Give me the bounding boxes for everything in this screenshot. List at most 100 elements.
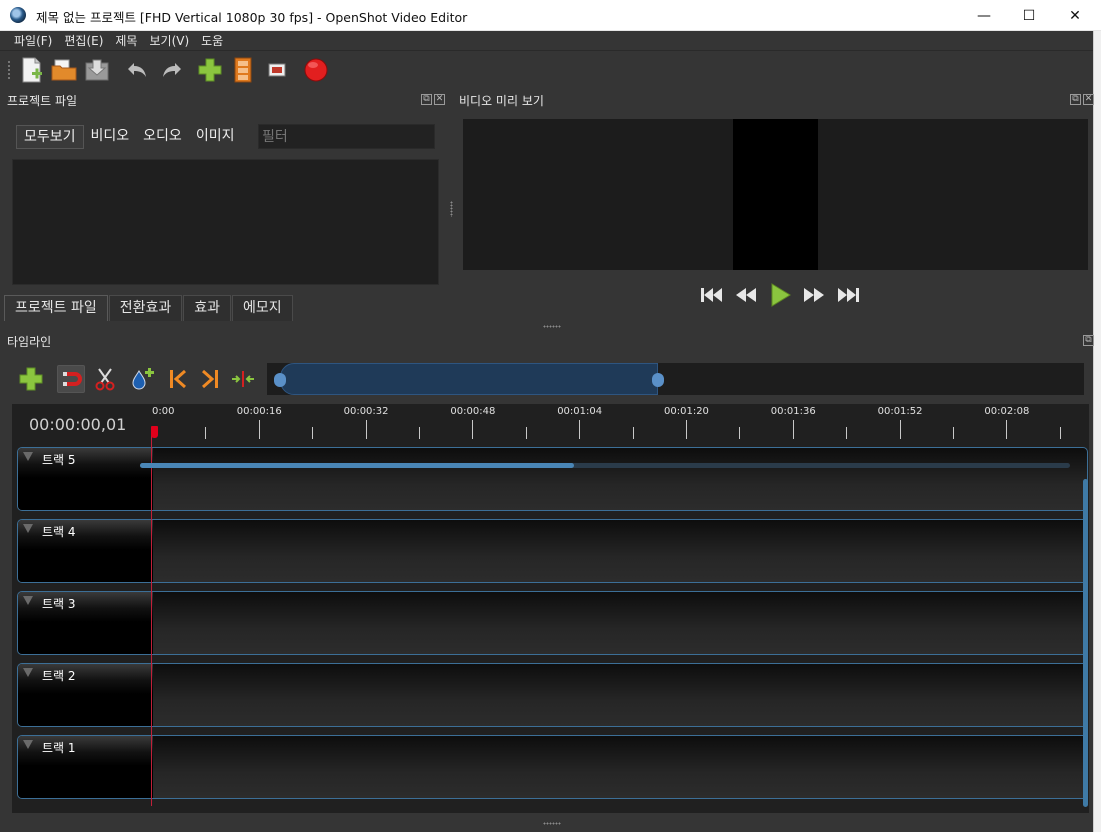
project-files-title: 프로젝트 파일 [7,94,78,108]
ruler-time-label: 00:01:20 [664,406,709,417]
timeline-title: 타임라인 [7,335,52,349]
track-collapse-icon[interactable] [23,596,33,605]
zoom-range-selection[interactable] [274,363,664,395]
close-dock-icon[interactable]: ✕ [1083,94,1094,105]
tab-effects[interactable]: 효과 [183,295,232,321]
float-dock-icon[interactable]: ⧉ [1083,335,1094,346]
fast-forward-button[interactable] [799,283,829,307]
tab-transitions[interactable]: 전환효과 [108,295,183,321]
playhead-handle[interactable] [151,426,158,438]
track-collapse-icon[interactable] [23,452,33,461]
horizontal-splitter-handle[interactable] [543,325,561,328]
undo-button[interactable] [123,56,151,84]
filter-audio-button[interactable]: 오디오 [136,125,189,149]
filter-input[interactable] [258,124,435,149]
track-row[interactable]: 트랙 3 [17,591,1088,655]
new-project-button[interactable] [18,56,46,84]
timeline-vertical-scrollbar[interactable] [1083,479,1088,807]
ruler-minor-tick [1059,427,1061,439]
ruler-time-label: 00:00:32 [343,406,389,417]
window-titlebar: 제목 없는 프로젝트 [FHD Vertical 1080p 30 fps] -… [0,0,1101,31]
ruler-minor-tick [205,427,207,439]
filter-video-button[interactable]: 비디오 [84,125,137,149]
jump-end-icon [838,288,859,302]
menu-help[interactable]: 도움 [195,31,229,51]
previous-marker-icon [170,369,186,389]
track-label: 트랙 1 [42,741,76,755]
close-dock-icon[interactable]: ✕ [434,94,445,105]
jump-start-icon [701,288,722,302]
close-button[interactable]: ✕ [1052,0,1098,31]
track-label: 트랙 5 [42,453,76,467]
razor-icon [95,368,115,391]
track-collapse-icon[interactable] [23,524,33,533]
main-window: 파일(F) 편집(E) 제목 보기(V) 도움 프로젝트 파일 ⧉ ✕ 모두보기… [0,31,1094,832]
scrollbar-thumb[interactable] [140,463,574,468]
bottom-splitter-handle[interactable] [543,822,561,825]
filter-all-button[interactable]: 모두보기 [16,125,84,149]
float-dock-icon[interactable]: ⧉ [1070,94,1081,105]
toolbar-grip[interactable] [7,60,11,80]
redo-icon [163,63,181,77]
ruler-major-tick [792,420,794,439]
track-row[interactable]: 트랙 1 [17,735,1088,799]
video-preview-dock-buttons: ⧉ ✕ [1070,94,1094,105]
rewind-button[interactable] [731,283,761,307]
track-collapse-icon[interactable] [23,740,33,749]
menu-title[interactable]: 제목 [109,31,143,51]
maximize-button[interactable]: ☐ [1006,0,1052,31]
choose-profile-button[interactable] [229,56,257,84]
track-row[interactable]: 트랙 5 [17,447,1088,511]
float-dock-icon[interactable]: ⧉ [421,94,432,105]
project-files-list[interactable] [12,159,439,285]
center-playhead-button[interactable] [229,365,257,393]
previous-marker-button[interactable] [164,365,192,393]
track-collapse-icon[interactable] [23,668,33,677]
ruler-time-label: 0:00 [152,406,175,417]
track-header[interactable]: 트랙 5 [18,448,153,510]
import-files-button[interactable] [196,56,224,84]
filter-image-button[interactable]: 이미지 [189,125,242,149]
timeline-horizontal-scrollbar[interactable] [140,463,1070,468]
add-marker-button[interactable] [129,365,157,393]
timeline-zoom-slider[interactable] [267,363,1084,395]
jump-start-button[interactable] [697,283,727,307]
track-header[interactable]: 트랙 3 [18,592,153,654]
next-marker-icon [202,369,218,389]
razor-button[interactable] [91,365,119,393]
track-header[interactable]: 트랙 4 [18,520,153,582]
redo-button[interactable] [158,56,186,84]
add-track-button[interactable] [17,365,45,393]
ruler-minor-tick [419,427,420,439]
menu-bar: 파일(F) 편집(E) 제목 보기(V) 도움 [0,31,1093,51]
export-video-button[interactable] [302,56,330,84]
track-row[interactable]: 트랙 4 [17,519,1088,583]
minimize-button[interactable]: — [961,0,1007,31]
video-preview-area[interactable] [463,119,1088,270]
open-project-button[interactable] [50,56,78,84]
ruler-time-label: 00:00:16 [236,406,282,417]
menu-view[interactable]: 보기(V) [143,31,195,51]
snapping-toggle[interactable] [57,365,85,393]
next-marker-button[interactable] [196,365,224,393]
menu-edit[interactable]: 편집(E) [58,31,109,51]
track-header[interactable]: 트랙 2 [18,664,153,726]
track-row[interactable]: 트랙 2 [17,663,1088,727]
vertical-splitter-handle[interactable] [450,201,453,217]
tab-project-files[interactable]: 프로젝트 파일 [4,295,108,321]
fullscreen-button[interactable] [263,56,291,84]
add-marker-icon [132,368,154,390]
file-filter-bar: 모두보기 비디오 오디오 이미지 [16,125,241,149]
track-header[interactable]: 트랙 1 [18,736,153,798]
play-button[interactable] [765,283,795,307]
undo-icon [128,63,146,77]
playhead-line[interactable] [151,428,152,806]
tab-emojis[interactable]: 에모지 [232,295,293,321]
jump-end-button[interactable] [833,283,863,307]
zoom-right-handle[interactable] [652,373,664,387]
ruler-time-label: 00:01:36 [770,406,816,417]
timeline-ruler[interactable]: 0:00 00:00:16 00:00:32 00:00:48 00:01:04 00:0… [152,404,1089,440]
zoom-left-handle[interactable] [274,373,286,387]
menu-file[interactable]: 파일(F) [8,31,58,51]
save-project-button[interactable] [83,56,111,84]
